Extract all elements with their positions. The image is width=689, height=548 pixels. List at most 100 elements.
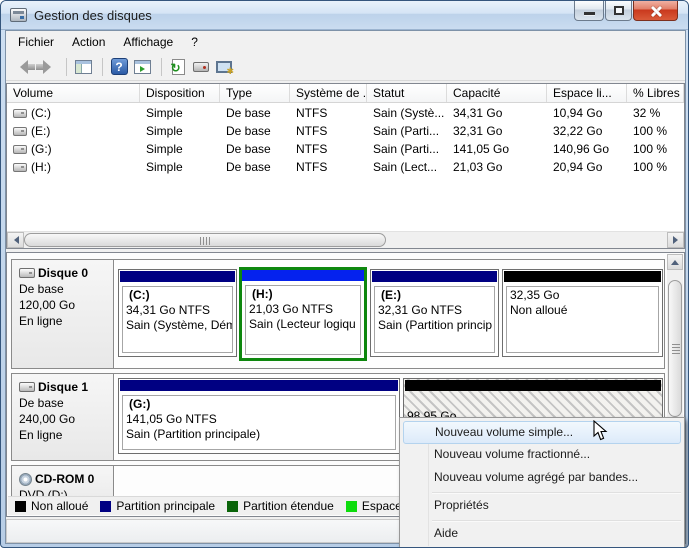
- partition-color-bar: [372, 271, 497, 282]
- disk-state: En ligne: [19, 314, 63, 328]
- drive-icon: [13, 162, 27, 172]
- partition-size: 21,03 Go NTFS: [249, 302, 334, 316]
- column-header-type[interactable]: Type: [220, 84, 290, 102]
- column-header-libres[interactable]: % Libres: [627, 84, 684, 102]
- minimize-button[interactable]: [574, 1, 604, 21]
- minimize-icon: [584, 12, 595, 15]
- legend-primary-partition: Partition principale: [100, 499, 215, 513]
- partition-h-extended[interactable]: (H:) 21,03 Go NTFS Sain (Lecteur logiqu: [239, 267, 367, 361]
- volume-free-space: 20,94 Go: [553, 160, 603, 174]
- column-header-capacite[interactable]: Capacité: [447, 84, 547, 102]
- scroll-right-button[interactable]: [667, 232, 684, 248]
- menu-item-properties[interactable]: Propriétés: [401, 495, 683, 518]
- column-header-volume[interactable]: Volume: [7, 84, 140, 102]
- disk-0-partitions: (C:) 34,31 Go NTFS Sain (Système, Démar …: [115, 260, 664, 368]
- console-tree-icon[interactable]: [73, 57, 93, 77]
- volume-free-space: 140,96 Go: [553, 142, 610, 156]
- menu-separator: [432, 492, 681, 493]
- volume-status: Sain (Lect...: [373, 160, 438, 174]
- unallocated-disk0[interactable]: 32,35 Go Non alloué: [502, 269, 663, 357]
- toolbar-separator: [66, 57, 67, 76]
- disk-0-label[interactable]: Disque 0 De base 120,00 Go En ligne: [12, 260, 114, 368]
- restore-icon: [614, 6, 624, 15]
- legend-color-swatch: [227, 500, 239, 512]
- partition-color-bar: [405, 380, 661, 391]
- partition-e[interactable]: (E:) 32,31 Go NTFS Sain (Partition princ…: [370, 269, 499, 357]
- manage-computer-icon[interactable]: [214, 57, 234, 77]
- legend-unallocated: Non alloué: [15, 499, 88, 513]
- close-button[interactable]: [633, 1, 678, 21]
- volume-name: (C:): [31, 106, 51, 120]
- volume-free-space: 32,22 Go: [553, 124, 603, 138]
- menu-item-new-spanned-volume[interactable]: Nouveau volume fractionné...: [401, 444, 683, 467]
- disk-size: 120,00 Go: [19, 298, 76, 312]
- table-row[interactable]: (E:) Simple De base NTFS Sain (Parti... …: [7, 122, 684, 140]
- disk-management-window: Gestion des disques Fichier Action Affic…: [0, 0, 689, 548]
- menu-fichier[interactable]: Fichier: [9, 32, 63, 52]
- volume-type: De base: [226, 160, 271, 174]
- legend-color-swatch: [100, 500, 112, 512]
- column-header-espace[interactable]: Espace li...: [547, 84, 627, 102]
- scroll-up-button[interactable]: [667, 254, 683, 270]
- partition-status: Non alloué: [510, 303, 568, 317]
- horizontal-scroll-thumb[interactable]: [24, 233, 386, 247]
- partition-size: 141,05 Go NTFS: [126, 412, 217, 426]
- rescan-disks-icon[interactable]: [191, 57, 211, 77]
- mouse-cursor: [593, 419, 608, 445]
- volume-fs: NTFS: [296, 142, 328, 156]
- table-row[interactable]: (H:) Simple De base NTFS Sain (Lect... 2…: [7, 158, 684, 176]
- partition-g[interactable]: (G:) 141,05 Go NTFS Sain (Partition prin…: [118, 378, 400, 454]
- drive-icon: [13, 144, 27, 154]
- menu-affichage[interactable]: Affichage: [114, 32, 182, 52]
- toolbar-separator: [102, 57, 103, 76]
- volume-capacity: 21,03 Go: [453, 160, 503, 174]
- volume-name: (G:): [31, 142, 52, 156]
- table-row[interactable]: (C:) Simple De base NTFS Sain (Systè... …: [7, 104, 684, 122]
- partition-color-bar: [120, 380, 398, 391]
- vertical-scroll-thumb[interactable]: [668, 280, 682, 417]
- drive-icon: [13, 108, 27, 118]
- forward-icon[interactable]: [36, 57, 57, 77]
- restore-button[interactable]: [605, 1, 632, 21]
- volume-status: Sain (Systè...: [373, 106, 445, 120]
- column-header-disposition[interactable]: Disposition: [140, 84, 220, 102]
- scroll-left-button[interactable]: [7, 232, 24, 248]
- title-bar[interactable]: Gestion des disques: [1, 1, 688, 30]
- toolbar-separator: [161, 57, 162, 76]
- context-menu: Nouveau volume simple... Nouveau volume …: [399, 417, 685, 547]
- menu-bar: Fichier Action Affichage ?: [6, 31, 685, 53]
- column-header-statut[interactable]: Statut: [367, 84, 447, 102]
- volume-type: De base: [226, 124, 271, 138]
- cd-icon: [19, 472, 32, 486]
- disk-management-icon: [10, 8, 27, 22]
- menu-help[interactable]: ?: [182, 32, 207, 52]
- help-icon[interactable]: ?: [109, 57, 129, 77]
- menu-item-help[interactable]: Aide: [401, 523, 683, 546]
- volume-pct-free: 32 %: [633, 106, 661, 120]
- partition-size: 32,35 Go: [510, 288, 560, 302]
- cdrom-name: CD-ROM 0: [35, 472, 95, 486]
- refresh-icon[interactable]: ↻: [168, 57, 188, 77]
- menu-item-new-striped-volume[interactable]: Nouveau volume agrégé par bandes...: [401, 467, 683, 490]
- back-icon[interactable]: [14, 57, 35, 77]
- menu-item-new-simple-volume[interactable]: Nouveau volume simple...: [403, 421, 681, 444]
- volume-pct-free: 100 %: [633, 142, 668, 156]
- menu-action[interactable]: Action: [63, 32, 114, 52]
- partition-status: Sain (Partition principale): [126, 427, 261, 441]
- action-pane-icon[interactable]: [132, 57, 152, 77]
- partition-color-bar: [504, 271, 661, 282]
- menu-separator: [432, 520, 681, 521]
- disk-1-label[interactable]: Disque 1 De base 240,00 Go En ligne: [12, 374, 114, 460]
- volume-fs: NTFS: [296, 124, 328, 138]
- partition-c[interactable]: (C:) 34,31 Go NTFS Sain (Système, Démar: [118, 269, 237, 357]
- table-row[interactable]: (G:) Simple De base NTFS Sain (Parti... …: [7, 140, 684, 158]
- volume-capacity: 32,31 Go: [453, 124, 503, 138]
- drive-icon: [13, 126, 27, 136]
- partition-status: Sain (Lecteur logiqu: [249, 317, 356, 331]
- column-header-systeme[interactable]: Système de ...: [290, 84, 367, 102]
- partition-status: Sain (Partition princip: [378, 318, 493, 332]
- partition-size: 32,31 Go NTFS: [378, 303, 463, 317]
- horizontal-scrollbar[interactable]: [7, 231, 684, 248]
- partition-label: (H:): [252, 287, 273, 301]
- volume-fs: NTFS: [296, 160, 328, 174]
